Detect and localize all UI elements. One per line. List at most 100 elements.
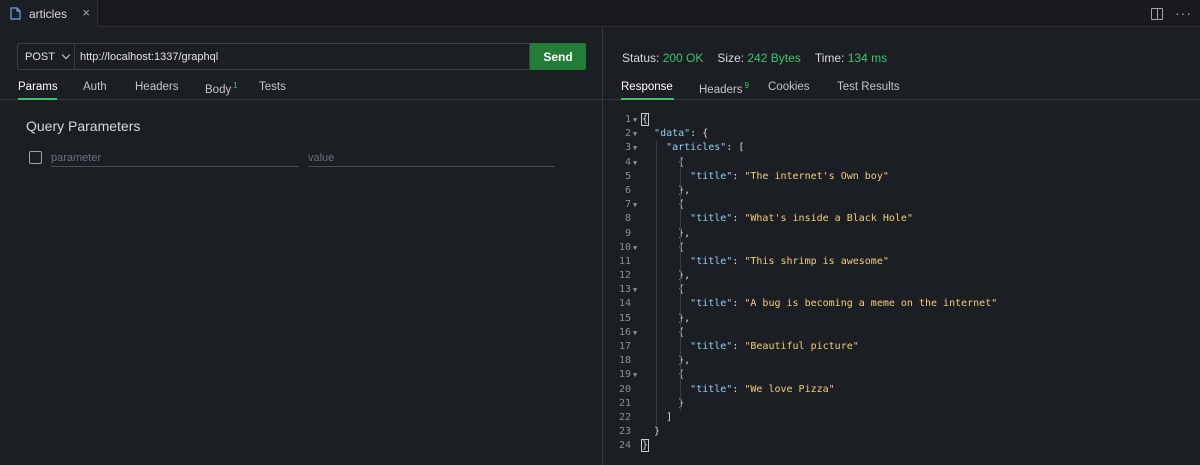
line-number: 14 [618, 298, 631, 310]
line-number: 16 [618, 326, 631, 338]
code-text: ] [642, 411, 673, 423]
code-text: { [642, 369, 685, 381]
code-line: 12 }, [603, 269, 1200, 283]
line-number: 10 [618, 241, 631, 253]
close-icon[interactable]: × [82, 6, 90, 20]
more-actions-icon[interactable]: ··· [1175, 6, 1192, 20]
fold-arrow-icon[interactable]: ▼ [633, 127, 637, 141]
size-value: 242 Bytes [747, 51, 801, 65]
param-value-input[interactable] [308, 149, 555, 167]
param-name-input[interactable] [51, 149, 299, 167]
tab-cookies[interactable]: Cookies [768, 81, 810, 93]
code-text: } [640, 439, 650, 453]
fold-arrow-icon[interactable]: ▼ [633, 156, 637, 170]
code-text: { [642, 241, 685, 253]
fold-arrow-icon[interactable]: ▼ [633, 113, 637, 127]
file-icon [10, 7, 21, 20]
code-line: 16 ▼ { [603, 326, 1200, 340]
url-bar: POST Send [17, 43, 586, 70]
code-text: }, [642, 270, 691, 282]
code-line: 9 }, [603, 227, 1200, 241]
status-label: Status: [622, 51, 660, 65]
line-number: 7 [624, 199, 631, 211]
line-number: 1 [624, 114, 631, 125]
code-text: }, [642, 355, 691, 367]
line-number: 13 [618, 284, 631, 296]
code-line: 24} [603, 439, 1200, 453]
tab-response-headers[interactable]: Headers 9 [699, 81, 749, 96]
tab-body[interactable]: Body 1 [205, 81, 238, 96]
line-number: 5 [624, 170, 631, 182]
fold-arrow-icon[interactable]: ▼ [633, 368, 637, 382]
fold-arrow-icon[interactable]: ▼ [633, 198, 637, 212]
line-number: 3 [624, 142, 631, 154]
tab-articles[interactable]: articles × [0, 0, 98, 27]
code-line: 22 ] [603, 411, 1200, 425]
code-line: 5 "title": "The internet's Own boy" [603, 170, 1200, 184]
code-text: { [642, 284, 685, 296]
line-number: 17 [618, 341, 631, 352]
code-text: }, [642, 184, 691, 196]
code-text: { [640, 113, 650, 126]
fold-arrow-icon[interactable]: ▼ [633, 326, 637, 340]
response-pane: Status: 200 OK Size: 242 Bytes Time: 134… [603, 27, 1200, 465]
url-input[interactable] [74, 43, 530, 70]
code-text: { [642, 326, 685, 338]
fold-arrow-icon[interactable]: ▼ [633, 283, 637, 297]
code-line: 17 "title": "Beautiful picture" [603, 340, 1200, 354]
line-number: 8 [624, 213, 631, 225]
query-parameters-heading: Query Parameters [26, 118, 141, 134]
code-text: "data": { [654, 128, 709, 140]
code-line: 15 }, [603, 312, 1200, 326]
headers-count-badge: 9 [744, 81, 749, 90]
fold-arrow-icon[interactable]: ▼ [633, 141, 637, 155]
status-value: 200 OK [662, 51, 704, 65]
line-number: 20 [618, 383, 631, 395]
code-line: 2 ▼ "data": { [603, 127, 1200, 141]
code-line: 1 ▼{ [603, 113, 1200, 127]
code-line: 11 "title": "This shrimp is awesome" [603, 255, 1200, 269]
code-text: "title": "What's inside a Black Hole" [690, 213, 913, 225]
line-number: 21 [618, 397, 631, 409]
response-body-viewer[interactable]: 1 ▼{2 ▼ "data": {3 ▼ "articles": [4 ▼ {5 "ti… [603, 113, 1200, 454]
code-text: { [642, 199, 685, 211]
code-text: }, [642, 312, 691, 324]
tab-auth[interactable]: Auth [83, 81, 107, 93]
fold-arrow-icon[interactable]: ▼ [633, 241, 637, 255]
tab-response[interactable]: Response [621, 81, 673, 93]
code-line: 21 } [603, 397, 1200, 411]
tab-tests[interactable]: Tests [259, 81, 286, 93]
code-line: 4 ▼ { [603, 156, 1200, 170]
editor-tab-bar: articles × ··· [0, 0, 1200, 27]
code-line: 8 "title": "What's inside a Black Hole" [603, 212, 1200, 226]
line-number: 6 [624, 184, 631, 196]
code-line: 23 } [603, 425, 1200, 439]
line-number: 15 [618, 312, 631, 324]
code-line: 3 ▼ "articles": [ [603, 141, 1200, 155]
code-line: 19 ▼ { [603, 368, 1200, 382]
code-text: { [642, 156, 685, 168]
code-line: 10 ▼ { [603, 241, 1200, 255]
line-number: 18 [618, 355, 631, 367]
line-number: 22 [618, 411, 631, 423]
code-text: "title": "This shrimp is awesome" [690, 255, 889, 267]
param-enable-checkbox[interactable] [29, 151, 42, 164]
line-number: 2 [624, 128, 631, 140]
tab-headers[interactable]: Headers [135, 81, 178, 93]
method-select[interactable]: POST [17, 43, 74, 70]
code-text: "articles": [ [666, 142, 745, 154]
time-value: 134 ms [847, 51, 888, 65]
tab-params[interactable]: Params [18, 81, 58, 93]
method-label: POST [25, 50, 55, 63]
request-pane: POST Send Params Auth Headers Body1 Test… [0, 27, 602, 465]
code-line: 20 "title": "We love Pizza" [603, 383, 1200, 397]
time-label: Time: [814, 51, 845, 65]
body-count-badge: 1 [233, 81, 238, 90]
tab-test-results[interactable]: Test Results [837, 81, 900, 93]
line-number: 12 [618, 270, 631, 282]
response-tabs: Response Headers 9 Cookies Test Results [603, 78, 1200, 100]
split-editor-icon[interactable] [1151, 8, 1163, 20]
indent-guide [656, 141, 658, 426]
send-button[interactable]: Send [530, 43, 586, 70]
code-line: 6 }, [603, 184, 1200, 198]
